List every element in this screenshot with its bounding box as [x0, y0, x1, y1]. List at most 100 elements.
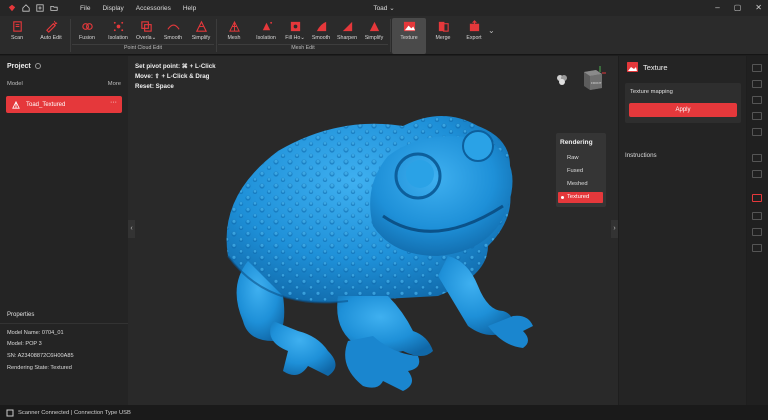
rendering-title: Rendering [560, 139, 593, 146]
hint-reset: Reset: Space [135, 83, 174, 90]
tool-label: Simplify [191, 35, 211, 41]
model-item-name: Toad_Textured [26, 101, 66, 108]
column-model: Model [7, 81, 23, 87]
overlap-icon [140, 21, 152, 32]
model-item[interactable]: Toad_Textured ··· [6, 96, 122, 113]
side-tool-icon[interactable] [752, 128, 762, 136]
divider [0, 323, 128, 324]
property-row: Model: POP 3 [7, 341, 42, 347]
side-tool-icon[interactable] [752, 96, 762, 104]
toolbar-separator [390, 19, 391, 52]
open-folder-icon[interactable] [50, 4, 58, 12]
texture-icon [627, 62, 638, 72]
tool-label: Fusion [79, 35, 95, 41]
project-list-header: Model More [7, 81, 121, 87]
group-label-mesh: Mesh Edit [291, 45, 315, 51]
render-option-meshed[interactable]: Meshed [567, 181, 588, 187]
texture-panel: Texture Texture mapping Apply Instructio… [619, 56, 746, 405]
minimize-icon[interactable]: – [715, 3, 719, 12]
auto-edit-icon [45, 20, 57, 33]
sharpen-icon [342, 21, 352, 32]
apply-button[interactable]: Apply [629, 103, 737, 117]
hint-move: Move: ⇧ + L-Click & Drag [135, 73, 210, 80]
right-tool-strip [747, 56, 768, 405]
render-option-textured[interactable]: Textured [558, 192, 603, 203]
document-title-label[interactable]: Toad [373, 5, 387, 12]
rendering-panel: Rendering Raw Fused Meshed Textured [556, 133, 606, 207]
render-option-raw[interactable]: Raw [567, 155, 579, 161]
tool-label: Scan [10, 35, 24, 41]
tool-merge[interactable]: Merge [426, 18, 460, 44]
tool-label: Merge [435, 35, 451, 41]
property-row: Rendering State: Textured [7, 365, 72, 371]
tool-label: Export [466, 35, 482, 41]
side-tool-icon[interactable] [752, 80, 762, 88]
isolation-icon [113, 21, 123, 32]
tool-simplify[interactable]: Simplify [184, 18, 218, 44]
texture-icon [403, 21, 415, 32]
main-menu: File Display Accessories Help [80, 5, 196, 12]
project-title: Project [7, 63, 41, 70]
side-tool-active-icon[interactable] [752, 194, 762, 202]
status-bar: Scanner Connected | Connection Type USB [0, 405, 768, 420]
toolbar: Scan Auto Edit Fusion Isolation Overla⌄ … [0, 16, 768, 55]
isolation-icon [262, 21, 272, 31]
project-title-label: Project [7, 63, 31, 70]
collapse-right-panel-button[interactable]: › [611, 220, 618, 238]
lighting-icon[interactable] [555, 73, 569, 87]
tool-scan[interactable]: Scan [0, 18, 34, 44]
side-tool-icon[interactable] [752, 212, 762, 220]
texture-panel-title: Texture [627, 62, 668, 72]
chevron-down-icon[interactable]: ⌄ [488, 26, 495, 35]
view-cube-icon[interactable]: FRONT [580, 64, 606, 92]
smooth-icon [316, 21, 326, 32]
side-tool-icon[interactable] [752, 64, 762, 72]
tool-label: Mesh [227, 35, 241, 41]
tool-mesh[interactable]: Mesh [217, 18, 251, 44]
texture-mapping-label: Texture mapping [630, 89, 673, 95]
texture-mapping-box: Texture mapping Apply [625, 83, 741, 123]
texture-panel-title-label: Texture [643, 62, 668, 72]
mesh-icon [228, 20, 240, 32]
menu-display[interactable]: Display [102, 5, 123, 12]
new-project-icon[interactable] [36, 4, 44, 12]
menu-file[interactable]: File [80, 5, 90, 12]
more-options-icon[interactable]: ··· [110, 99, 117, 106]
scanner-icon [6, 409, 14, 416]
tool-label: Auto Edit [40, 35, 62, 41]
menu-help[interactable]: Help [183, 5, 196, 12]
property-row: Model Name: 0704_01 [7, 330, 64, 336]
side-tool-icon[interactable] [752, 228, 762, 236]
collapse-left-panel-button[interactable]: ‹ [128, 220, 135, 238]
chevron-down-icon[interactable]: ⌄ [389, 5, 394, 12]
view-cube-label: FRONT [591, 81, 601, 85]
property-row: SN: A23408872C6H00A85 [7, 353, 74, 359]
side-tool-icon[interactable] [752, 154, 762, 162]
side-tool-icon[interactable] [752, 112, 762, 120]
fusion-icon [81, 23, 93, 30]
3d-viewport[interactable]: Set pivot point: ⌘ + L-Click Move: ⇧ + L… [128, 56, 618, 405]
close-icon[interactable]: ✕ [755, 3, 762, 12]
fill-holes-icon [290, 21, 300, 32]
info-icon[interactable] [34, 63, 41, 69]
tool-texture[interactable]: Texture [392, 18, 426, 54]
maximize-icon[interactable]: ▢ [734, 3, 742, 12]
tool-export[interactable]: Export [457, 18, 491, 44]
more-link[interactable]: More [108, 81, 121, 87]
merge-icon [438, 21, 449, 32]
menu-accessories[interactable]: Accessories [136, 5, 171, 12]
tool-mesh-simplify[interactable]: Simplify [357, 18, 391, 44]
tool-fusion[interactable]: Fusion [70, 18, 104, 44]
properties-title: Properties [7, 312, 35, 318]
simplify-icon [369, 21, 379, 32]
titlebar-icons [0, 4, 80, 12]
render-option-fused[interactable]: Fused [567, 168, 583, 174]
app-logo-icon [8, 4, 16, 12]
tool-auto-edit[interactable]: Auto Edit [34, 18, 68, 44]
hint-pivot: Set pivot point: ⌘ + L-Click [135, 63, 216, 70]
side-tool-icon[interactable] [752, 244, 762, 252]
side-tool-icon[interactable] [752, 170, 762, 178]
toad-model[interactable] [188, 86, 548, 405]
title-bar: File Display Accessories Help Toad ⌄ – ▢… [0, 0, 768, 16]
home-icon[interactable] [22, 4, 30, 12]
